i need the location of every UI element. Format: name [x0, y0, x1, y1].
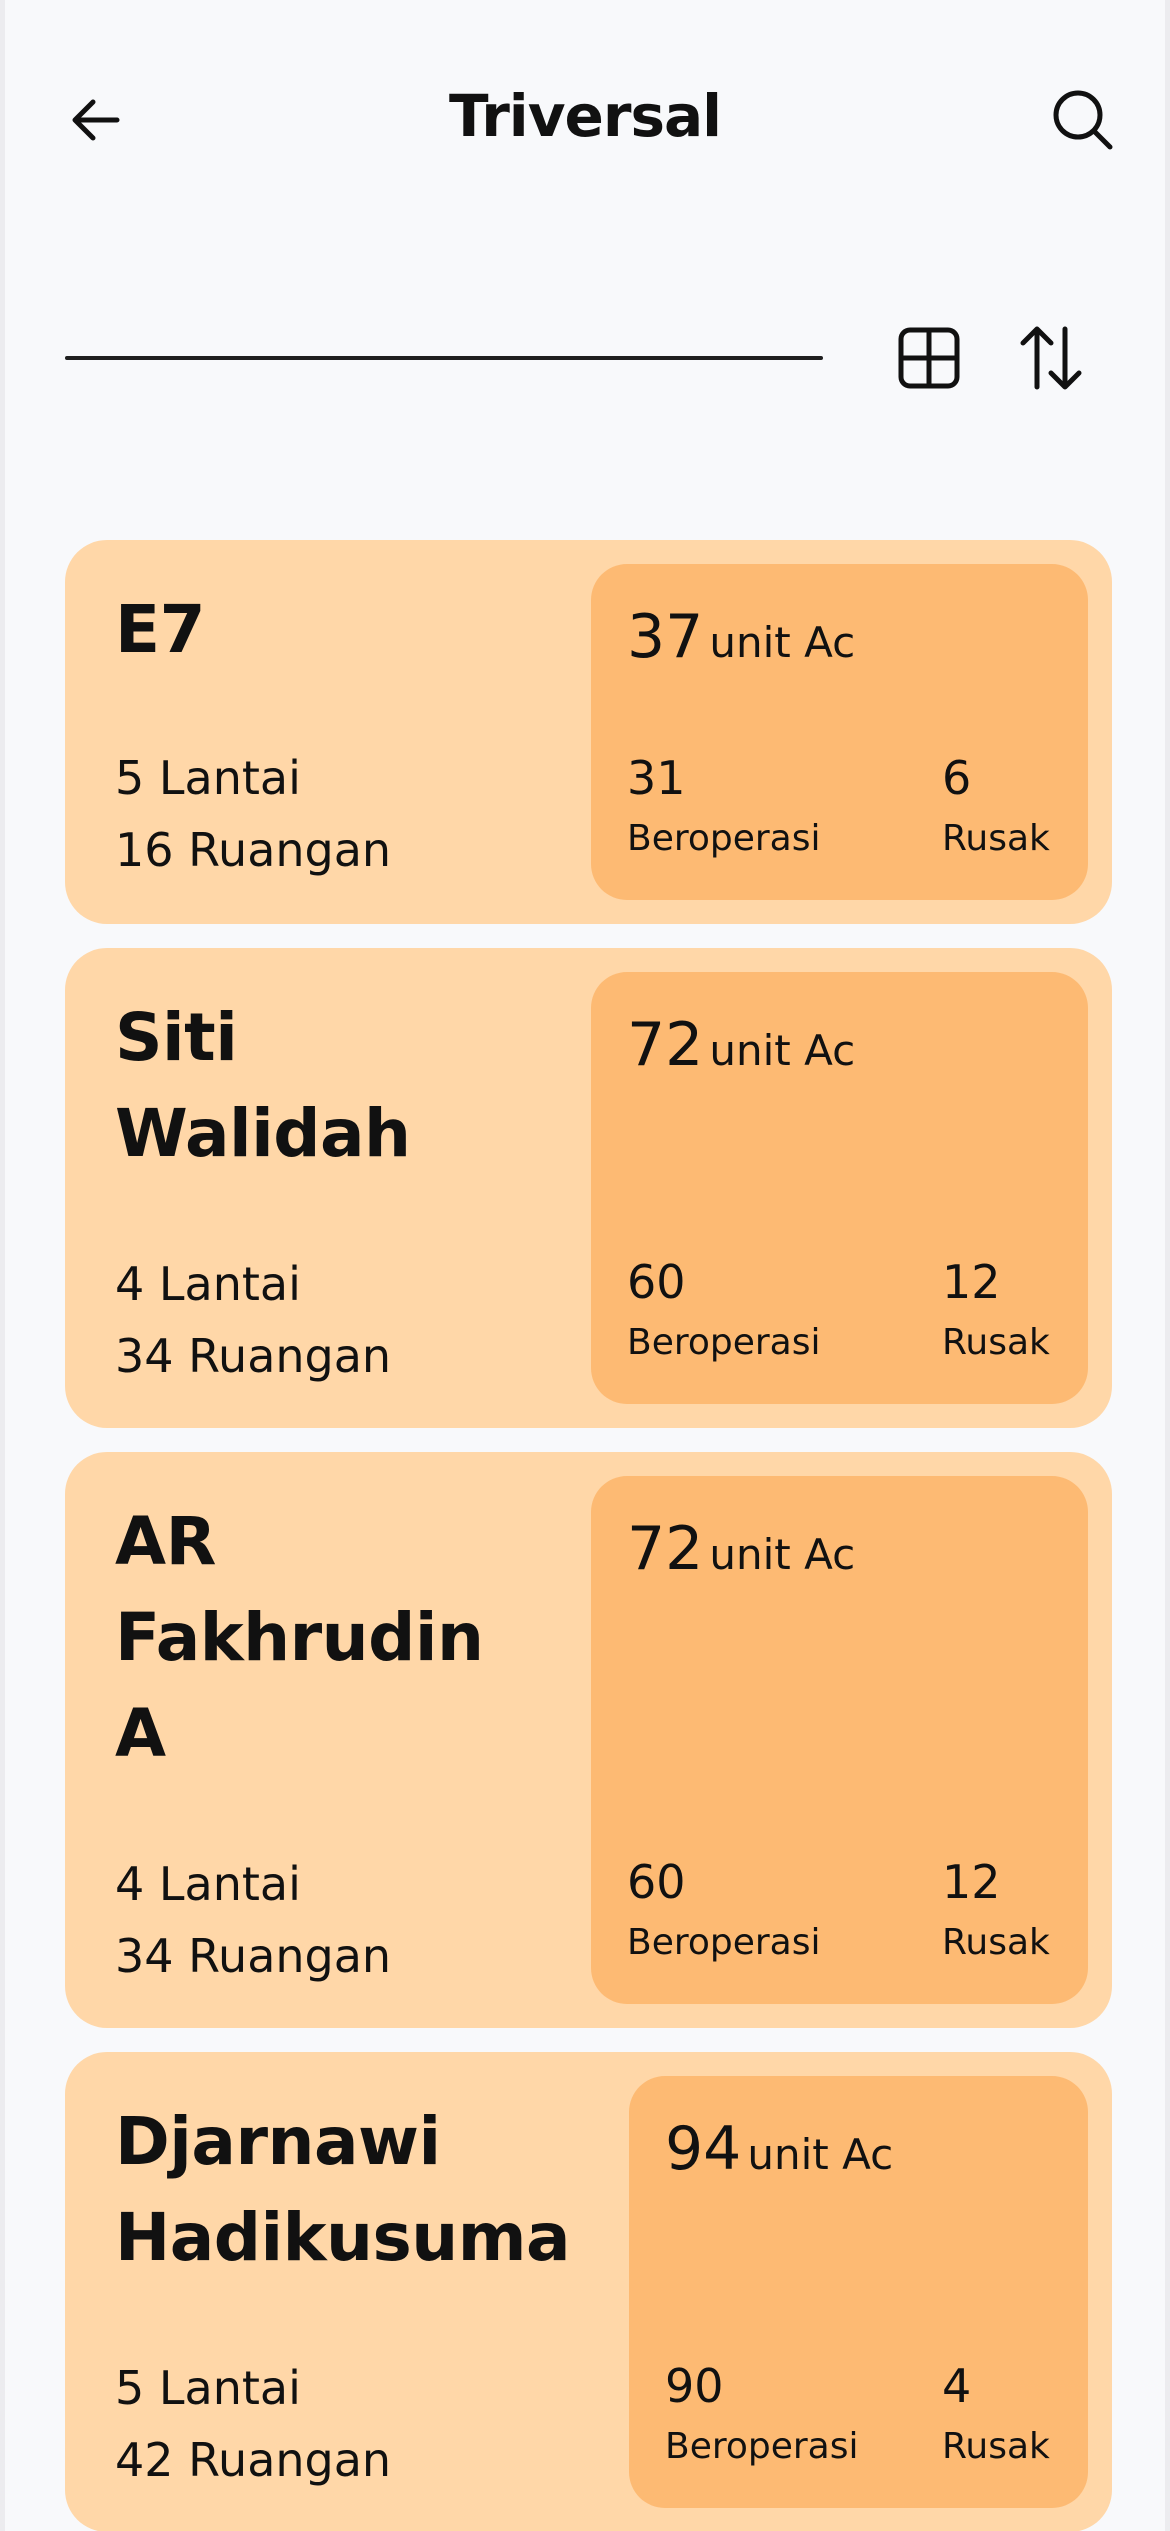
broken-count: 4 [942, 2359, 972, 2413]
ac-stats-panel: 72 unit Ac 60 Beroperasi 12 Rusak [591, 1476, 1088, 2004]
building-name: E7 [115, 591, 206, 668]
room-count: 16 Ruangan [115, 823, 392, 877]
broken-count: 6 [942, 751, 972, 805]
building-card-e7[interactable]: E7 5 Lantai 16 Ruangan 37 unit Ac 31 Bero… [65, 540, 1112, 924]
ac-unit-label: unit Ac [709, 1026, 856, 1075]
broken-label: Rusak [942, 1922, 1050, 1963]
building-name: Djarnawi Hadikusuma [115, 2103, 571, 2276]
ac-stats-panel: 37 unit Ac 31 Beroperasi 6 Rusak [591, 564, 1088, 900]
operating-count: 90 [665, 2359, 724, 2413]
broken-count: 12 [942, 1855, 1001, 1909]
room-count: 34 Ruangan [115, 1329, 392, 1383]
ac-unit-label: unit Ac [709, 618, 856, 667]
page-title: Triversal [449, 82, 722, 150]
ac-stats-panel: 94 unit Ac 90 Beroperasi 4 Rusak [629, 2076, 1088, 2508]
operating-count: 60 [627, 1255, 686, 1309]
ac-unit-total: 72 unit Ac [627, 1514, 855, 1584]
broken-count: 12 [942, 1255, 1001, 1309]
floor-count: 4 Lantai [115, 1257, 301, 1311]
grid-view-icon [898, 327, 960, 389]
ac-unit-total: 94 unit Ac [665, 2114, 893, 2184]
floor-count: 5 Lantai [115, 751, 301, 805]
operating-count: 60 [627, 1855, 686, 1909]
ac-unit-count: 72 [627, 1010, 704, 1080]
broken-label: Rusak [942, 818, 1050, 859]
sort-arrows-icon [1020, 326, 1082, 390]
search-input[interactable] [65, 356, 823, 360]
operating-label: Beroperasi [665, 2426, 859, 2467]
ac-unit-total: 72 unit Ac [627, 1010, 855, 1080]
building-card-djarnawi-hadikusuma[interactable]: Djarnawi Hadikusuma 5 Lantai 42 Ruangan … [65, 2052, 1112, 2531]
sort-button[interactable] [1011, 322, 1091, 394]
broken-label: Rusak [942, 2426, 1050, 2467]
ac-unit-count: 94 [665, 2114, 742, 2184]
broken-label: Rusak [942, 1322, 1050, 1363]
ac-stats-panel: 72 unit Ac 60 Beroperasi 12 Rusak [591, 972, 1088, 1404]
floor-count: 5 Lantai [115, 2361, 301, 2415]
screen: Triversal E7 5 Lantai 16 Ruangan 37 unit … [5, 0, 1165, 2531]
ac-unit-count: 72 [627, 1514, 704, 1584]
search-button[interactable] [1045, 82, 1121, 158]
building-card-ar-fakhrudin-a[interactable]: AR Fakhrudin A 4 Lantai 34 Ruangan 72 uni… [65, 1452, 1112, 2028]
operating-label: Beroperasi [627, 1322, 821, 1363]
room-count: 34 Ruangan [115, 1929, 392, 1983]
building-name: Siti Walidah [115, 999, 411, 1172]
search-icon [1053, 90, 1113, 150]
room-count: 42 Ruangan [115, 2433, 392, 2487]
ac-unit-label: unit Ac [747, 2130, 894, 2179]
ac-unit-total: 37 unit Ac [627, 602, 855, 672]
building-card-siti-walidah[interactable]: Siti Walidah 4 Lantai 34 Ruangan 72 unit … [65, 948, 1112, 1428]
operating-label: Beroperasi [627, 1922, 821, 1963]
operating-label: Beroperasi [627, 818, 821, 859]
ac-unit-label: unit Ac [709, 1530, 856, 1579]
operating-count: 31 [627, 751, 686, 805]
floor-count: 4 Lantai [115, 1857, 301, 1911]
building-name: AR Fakhrudin A [115, 1503, 484, 1772]
ac-unit-count: 37 [627, 602, 704, 672]
grid-view-button[interactable] [893, 322, 965, 394]
